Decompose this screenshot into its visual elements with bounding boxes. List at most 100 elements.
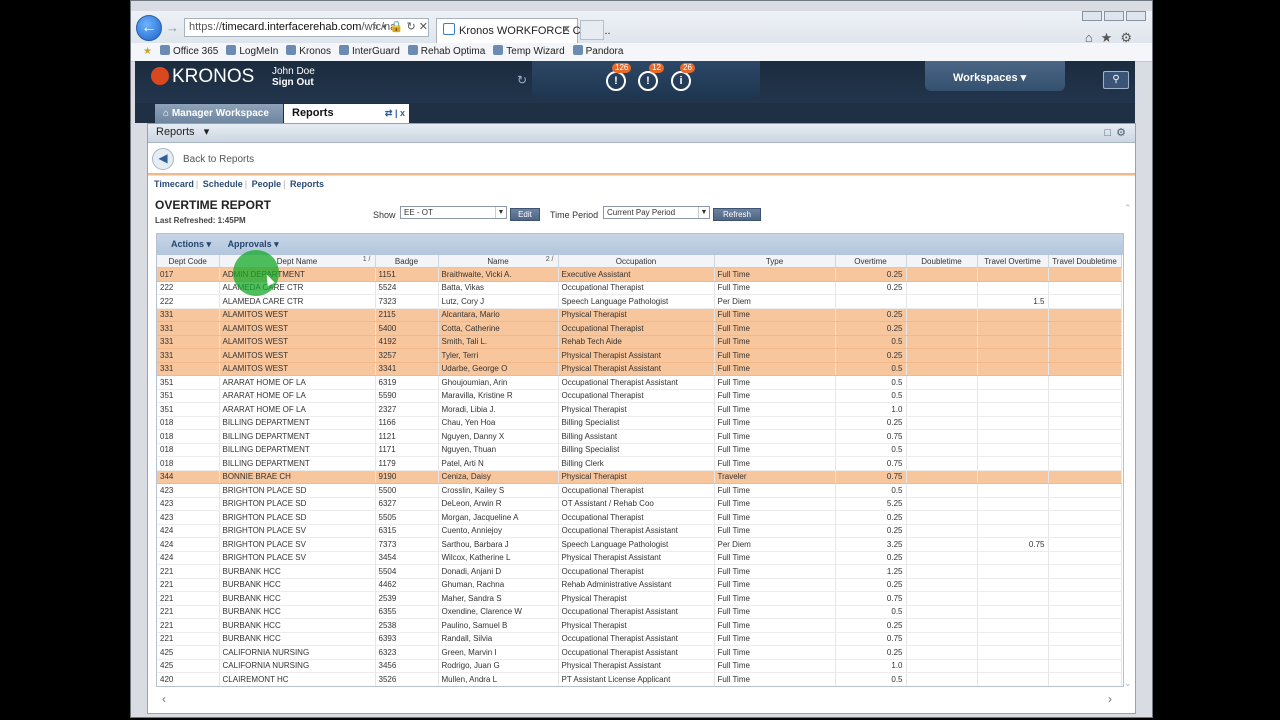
info-alert-icon[interactable]: ! bbox=[606, 71, 626, 91]
cell-name: Crosslin, Kailey S bbox=[438, 483, 559, 498]
link-people[interactable]: People bbox=[252, 179, 282, 189]
cell-tot bbox=[977, 524, 1049, 538]
col-overtime[interactable]: Overtime bbox=[835, 255, 907, 268]
cell-dt bbox=[906, 402, 978, 417]
edit-button[interactable]: Edit bbox=[510, 208, 540, 221]
table-row[interactable]: 331 ALAMITOS WEST 5400 Cotta, Catherine Occu… bbox=[157, 321, 1122, 336]
tab-reports[interactable]: Reports ⇄ | x bbox=[284, 104, 409, 124]
table-row[interactable]: 420 CLAIREMONT HC 3526 Mullen, Andra L PT As… bbox=[157, 672, 1122, 686]
table-row[interactable]: 425 CALIFORNIA NURSING 3456 Rodrigo, Juan G… bbox=[157, 659, 1122, 673]
cell-badge: 1121 bbox=[375, 429, 439, 444]
table-row[interactable]: 222ALAMEDA CARE CTR5524Batta, VikasOccup… bbox=[157, 281, 1122, 295]
cell-code: 331 bbox=[157, 335, 220, 349]
show-select[interactable]: EE - OT ▼ bbox=[400, 206, 507, 219]
col-type[interactable]: Type bbox=[714, 255, 836, 268]
table-row[interactable]: 331 ALAMITOS WEST 3257 Tyler, Terri Physical… bbox=[157, 348, 1122, 363]
cell-tdt bbox=[1048, 362, 1122, 376]
cell-type: Full Time bbox=[714, 483, 836, 498]
horizontal-scrollbar[interactable]: ‹ › bbox=[156, 692, 1122, 706]
cell-code: 018 bbox=[157, 429, 220, 444]
favorite-rehab-optima[interactable]: Rehab Optima bbox=[407, 45, 485, 57]
table-row[interactable]: 351 ARARAT HOME OF LA 6319 Ghoujoumian, Ari… bbox=[157, 375, 1122, 390]
cell-badge: 6319 bbox=[375, 375, 439, 390]
cell-tot bbox=[977, 578, 1049, 592]
table-row[interactable]: 221 BURBANK HCC 5504 Donadi, Anjani D Occupa… bbox=[157, 564, 1122, 579]
tab-close-icon[interactable]: ⇄ | x bbox=[385, 104, 405, 123]
window-controls[interactable] bbox=[1080, 11, 1146, 24]
cell-badge: 1166 bbox=[375, 416, 439, 430]
browser-back-button[interactable]: ← bbox=[136, 15, 162, 41]
cell-badge: 1171 bbox=[375, 443, 439, 457]
table-row[interactable]: 221 BURBANK HCC 2539 Maher, Sandra S Physica… bbox=[157, 591, 1122, 606]
link-timecard[interactable]: Timecard bbox=[154, 179, 194, 189]
table-row[interactable]: 221 BURBANK HCC 6393 Randall, Silvia Occupat… bbox=[157, 632, 1122, 646]
panel-title[interactable]: Reports ▾ bbox=[156, 124, 209, 141]
table-row[interactable]: 018 BILLING DEPARTMENT 1121 Nguyen, Danny X… bbox=[157, 429, 1122, 444]
table-row[interactable]: 331 ALAMITOS WEST 2115 Alcantara, Mario Phys… bbox=[157, 308, 1122, 322]
new-tab-button[interactable] bbox=[580, 20, 604, 40]
favorite-interguard[interactable]: InterGuard bbox=[338, 45, 400, 57]
table-row[interactable]: 344 BONNIE BRAE CH 9190 Ceniza, Daisy Physic… bbox=[157, 470, 1122, 484]
col-doubletime[interactable]: Doubletime bbox=[906, 255, 978, 268]
workspaces-menu[interactable]: Workspaces ▾ bbox=[925, 61, 1065, 91]
sign-out-link[interactable]: Sign Out bbox=[272, 77, 315, 88]
back-to-reports-link[interactable]: Back to Reports bbox=[183, 154, 254, 165]
vertical-scrollbar[interactable]: ⌃ ⌄ bbox=[1123, 203, 1135, 689]
tab-manager-workspace[interactable]: ⌂ Manager Workspace bbox=[155, 104, 283, 123]
table-row[interactable]: 221 BURBANK HCC 2538 Paulino, Samuel B Physi… bbox=[157, 618, 1122, 633]
col-dept-code[interactable]: Dept Code bbox=[157, 255, 220, 268]
cell-ot: 0.75 bbox=[835, 591, 907, 606]
col-badge[interactable]: Badge bbox=[375, 255, 439, 268]
table-row[interactable]: 423 BRIGHTON PLACE SD 5505 Morgan, Jacqueli… bbox=[157, 510, 1122, 525]
col-travel-doubletime[interactable]: Travel Doubletime bbox=[1048, 255, 1122, 268]
refresh-icon[interactable]: ↻ bbox=[517, 73, 527, 87]
search-icon[interactable]: ⚲ bbox=[1103, 71, 1129, 89]
table-row[interactable]: 424 BRIGHTON PLACE SV 6315 Cuento, Anniejoy… bbox=[157, 524, 1122, 538]
col-occupation[interactable]: Occupation bbox=[558, 255, 715, 268]
table-row[interactable]: 423 BRIGHTON PLACE SD 6327 DeLeon, Arwin RO… bbox=[157, 497, 1122, 511]
link-schedule[interactable]: Schedule bbox=[203, 179, 243, 189]
table-row[interactable]: 222 ALAMEDA CARE CTR 7323 Lutz, Cory J Speec… bbox=[157, 294, 1122, 309]
table-row[interactable]: 018 BILLING DEPARTMENT 1171 Nguyen, Thuan Bi… bbox=[157, 443, 1122, 457]
people-alert-icon[interactable]: i bbox=[671, 71, 691, 91]
url-action-icons[interactable]: ⌕▾🔒↻✕ bbox=[373, 20, 431, 34]
time-period-select[interactable]: Current Pay Period ▼ bbox=[603, 206, 710, 219]
cell-dept: BILLING DEPARTMENT bbox=[219, 429, 376, 444]
table-row[interactable]: 221 BURBANK HCC 4462 Ghuman, Rachna Rehab Ad… bbox=[157, 578, 1122, 592]
favorites-star-icon[interactable]: ★ bbox=[143, 46, 152, 57]
browser-forward-button[interactable]: → bbox=[166, 20, 179, 35]
timecard-alert-icon[interactable]: ! bbox=[638, 71, 658, 91]
approvals-menu[interactable]: Approvals ▾ bbox=[221, 239, 279, 249]
refresh-button[interactable]: Refresh bbox=[713, 208, 761, 221]
cell-tdt bbox=[1048, 672, 1122, 686]
panel-tools-icons[interactable]: □⚙ bbox=[1104, 125, 1131, 142]
table-row[interactable]: 424 BRIGHTON PLACE SV 3454 Wilcox, Katherin… bbox=[157, 551, 1122, 565]
table-row[interactable]: 017ADMIN DEPARTMENT1151Braithwaite, Vick… bbox=[157, 267, 1122, 282]
col-travel-overtime[interactable]: Travel Overtime bbox=[977, 255, 1049, 268]
table-row[interactable]: 424 BRIGHTON PLACE SV 7373 Sarthou, Barbara… bbox=[157, 537, 1122, 552]
table-row[interactable]: 018 BILLING DEPARTMENT 1166 Chau, Yen Hoa Bi… bbox=[157, 416, 1122, 430]
cell-occ: Billing Specialist bbox=[558, 416, 715, 430]
cell-name: Rodrigo, Juan G bbox=[438, 659, 559, 673]
tab-close-icon[interactable]: ✕ bbox=[562, 23, 571, 36]
actions-menu[interactable]: Actions ▾ bbox=[164, 239, 211, 249]
cell-dept: ARARAT HOME OF LA bbox=[219, 402, 376, 417]
table-row[interactable]: 018 BILLING DEPARTMENT 1179 Patel, Arti N Bi… bbox=[157, 456, 1122, 471]
favorite-temp-wizard[interactable]: Temp Wizard bbox=[493, 45, 565, 57]
table-row[interactable]: 331 ALAMITOS WEST 4192 Smith, Tali L. Rehab … bbox=[157, 335, 1122, 349]
table-row[interactable]: 221 BURBANK HCC 6355 Oxendine, Clarence W Oc… bbox=[157, 605, 1122, 619]
table-row[interactable]: 425 CALIFORNIA NURSING 6323 Green, Marvin I… bbox=[157, 645, 1122, 660]
favorite-pandora[interactable]: Pandora bbox=[572, 45, 623, 57]
link-reports[interactable]: Reports bbox=[290, 179, 324, 189]
table-row[interactable]: 331 ALAMITOS WEST 3341 Udarbe, George O Phys… bbox=[157, 362, 1122, 376]
col-name[interactable]: Name 2 / bbox=[438, 255, 559, 268]
back-arrow-icon[interactable]: ◀ bbox=[152, 148, 174, 170]
browser-tab[interactable]: Kronos WORKFORCE CENT... ✕ bbox=[436, 18, 611, 43]
favorite-office365[interactable]: Office 365 bbox=[159, 45, 218, 57]
table-row[interactable]: 423 BRIGHTON PLACE SD 5500 Crosslin, Kailey… bbox=[157, 483, 1122, 498]
table-row[interactable]: 351 ARARAT HOME OF LA 5590 Maravilla, Krist… bbox=[157, 389, 1122, 403]
favorite-kronos[interactable]: Kronos bbox=[286, 45, 331, 57]
table-row[interactable]: 351 ARARAT HOME OF LA 2327 Moradi, Libia J.… bbox=[157, 402, 1122, 417]
favorite-logmein[interactable]: LogMeIn bbox=[226, 45, 278, 57]
cell-badge: 5590 bbox=[375, 389, 439, 403]
